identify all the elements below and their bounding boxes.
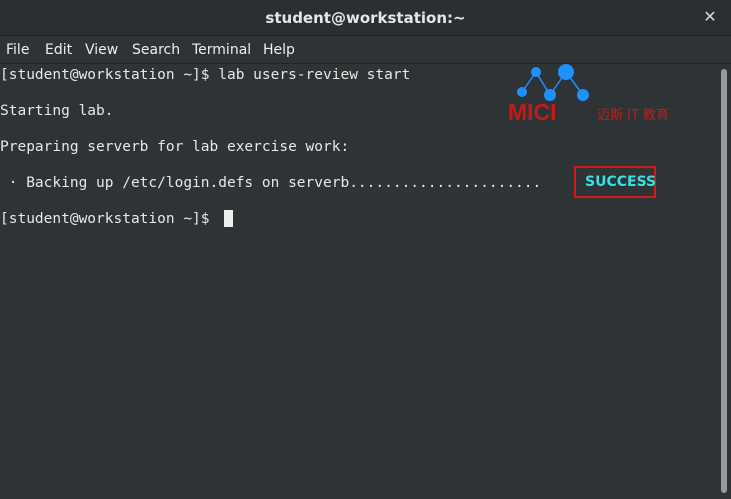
menu-search[interactable]: Search — [132, 42, 180, 58]
menu-file[interactable]: File — [6, 42, 29, 58]
terminal-output[interactable]: [student@workstation ~]$ lab users-revie… — [0, 64, 718, 499]
scrollbar-thumb[interactable] — [721, 69, 727, 493]
terminal-line-starting: Starting lab. — [0, 103, 114, 119]
logo-tagline: 迈斯 IT 教育 — [597, 108, 670, 123]
menu-view[interactable]: View — [85, 42, 118, 58]
close-icon[interactable]: ✕ — [701, 8, 719, 26]
terminal-cursor — [224, 210, 233, 227]
terminal-line-command: [student@workstation ~]$ lab users-revie… — [0, 67, 411, 83]
title-bar: student@workstation:~ ✕ — [0, 0, 731, 36]
terminal-line-backup: · Backing up /etc/login.defs on serverb.… — [0, 175, 542, 191]
status-success: SUCCESS — [585, 174, 657, 190]
terminal-prompt: [student@workstation ~]$ — [0, 211, 219, 227]
scrollbar[interactable] — [718, 64, 731, 499]
terminal-line-preparing: Preparing serverb for lab exercise work: — [0, 139, 350, 155]
window-title: student@workstation:~ — [265, 9, 466, 27]
menu-terminal[interactable]: Terminal — [192, 42, 251, 58]
logo-brand: MICI — [508, 99, 557, 124]
menu-help[interactable]: Help — [263, 42, 295, 58]
menu-bar: File Edit View Search Terminal Help — [0, 36, 731, 64]
menu-edit[interactable]: Edit — [45, 42, 72, 58]
